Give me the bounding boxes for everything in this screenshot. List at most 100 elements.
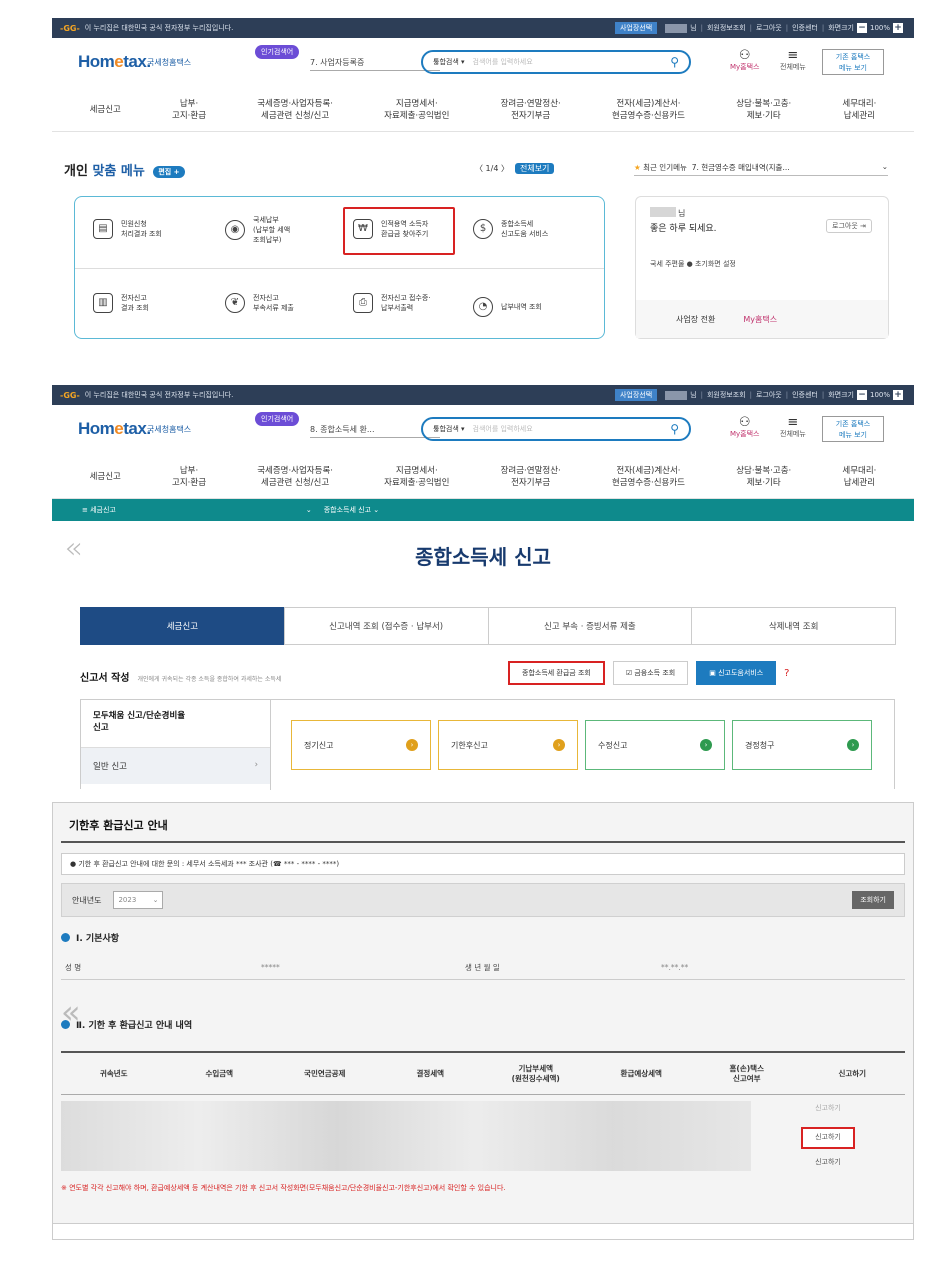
menu-item-receipt-print[interactable]: ⎙ 전자신고 접수증· 납부서출력 [353,293,431,313]
bullet-icon [61,933,70,942]
location-level2[interactable]: 종합소득세 신고 ⌄ [324,505,379,515]
gnb-payment[interactable]: 납부· 고지·환급 [172,98,206,122]
logout-button[interactable]: 로그아웃 ⇥ [826,219,872,233]
search-input[interactable]: 검색어를 입력하세요 [473,424,671,434]
refund-note: ※ 연도별 각각 신고해야 하며, 환급예상세액 등 계산내역은 기한 후 신고… [61,1184,506,1192]
header: Hometax. 국세청홈택스 인기검색어 8. 종합소득세 환... ⌄ 통합검… [52,405,914,455]
late-filing-button[interactable]: 기한후신고 › [438,720,578,770]
back-chevron-icon[interactable]: « [61,993,81,1031]
all-menu-button[interactable]: ≡ 전체메뉴 [780,416,806,439]
menu-item-attachment[interactable]: ❦ 전자신고 부속서류 제출 [225,293,294,313]
search-input[interactable]: 검색어를 입력하세요 [473,57,671,67]
user-card-links[interactable]: 국세 주편물 ● 초기화면 설정 [650,259,736,269]
zoom-out-button[interactable]: − [856,23,867,33]
amended-filing-button[interactable]: 수정신고 › [585,720,725,770]
simple-filing-menu[interactable]: 모두채움 신고/단순경비율 신고 [81,700,270,748]
arrow-right-icon: › [406,739,418,751]
popular-search-badge: 인기검색어 [255,412,300,426]
tab-tax-filing[interactable]: 세금신고 [80,607,285,645]
tab-filing-history[interactable]: 신고내역 조회 (접수증 · 납부서) [283,607,489,645]
view-all-button[interactable]: 전체보기 [514,163,555,174]
file-button-row3[interactable]: 신고하기 [801,1157,855,1167]
my-hometax-link[interactable]: My홈택스 [743,314,777,325]
popular-search-badge: 인기검색어 [255,45,300,59]
member-info-link[interactable]: 회원정보조회 [707,23,746,33]
menu-item-income-tax-help[interactable]: $ 종합소득세 신고도움 서비스 [473,219,548,239]
search-category-select[interactable]: 통합검색 ▾ [433,424,465,434]
financial-income-inquiry-button[interactable]: ☑ 금융소득 조회 [612,661,689,685]
help-icon[interactable]: ? [784,661,790,685]
gnb-agent[interactable]: 세무대리· 납세관리 [842,465,876,489]
filing-types: 모두채움 신고/단순경비율 신고 일반 신고 › 정기신고 › 기한후신고 › 수정신… [80,699,895,790]
gnb-consult[interactable]: 상담·불복·고충· 제보·기타 [736,98,791,122]
correction-claim-button[interactable]: 경정청구 › [732,720,872,770]
search-box[interactable]: 통합검색 ▾ 검색어를 입력하세요 ⚲ [421,50,691,74]
gnb-agent[interactable]: 세무대리· 납세관리 [842,98,876,122]
member-info-link[interactable]: 회원정보조회 [707,390,746,400]
menu-pager[interactable]: 〈 1/4 〉 전체보기 [475,163,555,174]
gnb-statement[interactable]: 지급명세서· 자료제출·공익법인 [384,98,449,122]
gnb-certificate[interactable]: 국세증명·사업자등록· 세금관련 신청/신고 [257,98,333,122]
zoom-in-button[interactable]: + [893,390,903,400]
birth-value: **.**.** [661,963,689,972]
logout-link[interactable]: 로그아웃 [756,390,782,400]
greeting-text: 좋은 하루 되세요. [650,224,717,234]
popular-menu-select[interactable]: ★ 최근 인기메뉴 7. 현금영수증 매입내역(지출... ⌄ [634,162,888,176]
general-filing-menu[interactable]: 일반 신고 › [81,748,270,784]
legacy-menu-button[interactable]: 기존 홈택스 메뉴 보기 [822,49,884,75]
gnb-tax-filing[interactable]: 세금신고 [90,104,121,116]
hometax-logo[interactable]: Hometax. [78,419,151,439]
logout-link[interactable]: 로그아웃 [756,23,782,33]
gnb-incentive[interactable]: 장려금·연말정산· 전자기부금 [501,98,561,122]
my-hometax-button[interactable]: ⚇ My홈택스 [730,49,760,72]
search-box[interactable]: 통합검색 ▾ 검색어를 입력하세요 ⚲ [421,417,691,441]
menu-item-efile-result[interactable]: ▥ 전자신고 결과 조회 [93,293,149,313]
gnb-incentive[interactable]: 장려금·연말정산· 전자기부금 [501,465,561,489]
menu-item-civil-result[interactable]: ▤ 민원신청 처리결과 조회 [93,219,162,239]
cert-center-link[interactable]: 인증센터 [792,23,818,33]
business-select-button[interactable]: 사업장선택 [614,22,658,34]
filing-help-service-button[interactable]: ▣ 신고도움서비스 [696,661,777,685]
gnb-e-invoice[interactable]: 전자(세금)계산서· 현금영수증·신용카드 [612,465,685,489]
arrow-right-icon: › [847,739,859,751]
search-icon[interactable]: ⚲ [670,422,679,436]
hamburger-icon: ≡ [787,48,799,63]
user-card-footer: 사업장 전환 My홈택스 [636,300,888,338]
section-refund-list: Ⅱ. 기한 후 환급신고 안내 내역 [61,1018,905,1031]
refund-guide-title: 기한후 환급신고 안내 [61,803,905,843]
gnb-certificate[interactable]: 국세증명·사업자등록· 세금관련 신청/신고 [257,465,333,489]
menu-item-payment-history[interactable]: ◔ 납부내역 조회 [473,297,542,317]
menu-item-tax-payment[interactable]: ◉ 국세납부 (납부할 세액 조회납부) [225,215,290,245]
my-hometax-button[interactable]: ⚇ My홈택스 [730,416,760,439]
action-buttons: 종합소득세 환급금 조회 ☑ 금융소득 조회 ▣ 신고도움서비스 ? [508,661,790,685]
gnb-payment[interactable]: 납부· 고지·환급 [172,465,206,489]
regular-filing-button[interactable]: 정기신고 › [291,720,431,770]
zoom-out-button[interactable]: − [856,390,867,400]
filing-side-menu: 모두채움 신고/단순경비율 신고 일반 신고 › [81,700,271,790]
arrow-right-icon: › [553,739,565,751]
personal-menu-section: 개인 맞춤 메뉴 편집 + 〈 1/4 〉 전체보기 ★ 최근 인기메뉴 7. 현… [52,132,914,360]
location-level1[interactable]: ≡ 세금신고 [82,505,116,515]
edit-menu-button[interactable]: 편집 + [153,165,185,178]
moneybag-icon: $ [473,219,493,239]
business-select-button[interactable]: 사업장선택 [614,389,658,401]
tab-attachments[interactable]: 신고 부속 · 증빙서류 제출 [487,607,693,645]
all-menu-button[interactable]: ≡ 전체메뉴 [780,48,806,72]
cert-center-link[interactable]: 인증센터 [792,390,818,400]
tab-deleted-history[interactable]: 삭제내역 조회 [691,607,896,645]
search-button[interactable]: 조회하기 [852,891,894,909]
gnb-tax-filing[interactable]: 세금신고 [90,471,121,483]
search-category-select[interactable]: 통합검색 ▾ [433,57,465,67]
gnb-consult[interactable]: 상담·불복·고충· 제보·기타 [736,465,791,489]
switch-business-button[interactable]: 사업장 전환 [676,314,715,325]
zoom-in-button[interactable]: + [893,23,903,33]
file-button-row1[interactable]: 신고하기 [801,1103,855,1113]
income-tax-refund-inquiry-button[interactable]: 종합소득세 환급금 조회 [508,661,605,685]
search-icon[interactable]: ⚲ [670,55,679,69]
year-select[interactable]: 2023 ⌄ [113,891,164,909]
gnb-statement[interactable]: 지급명세서· 자료제출·공익법인 [384,465,449,489]
gnb-e-invoice[interactable]: 전자(세금)계산서· 현금영수증·신용카드 [612,98,685,122]
legacy-menu-button[interactable]: 기존 홈택스 메뉴 보기 [822,416,884,442]
file-button-row2[interactable]: 신고하기 [801,1127,855,1149]
hometax-logo[interactable]: Hometax. [78,52,151,72]
